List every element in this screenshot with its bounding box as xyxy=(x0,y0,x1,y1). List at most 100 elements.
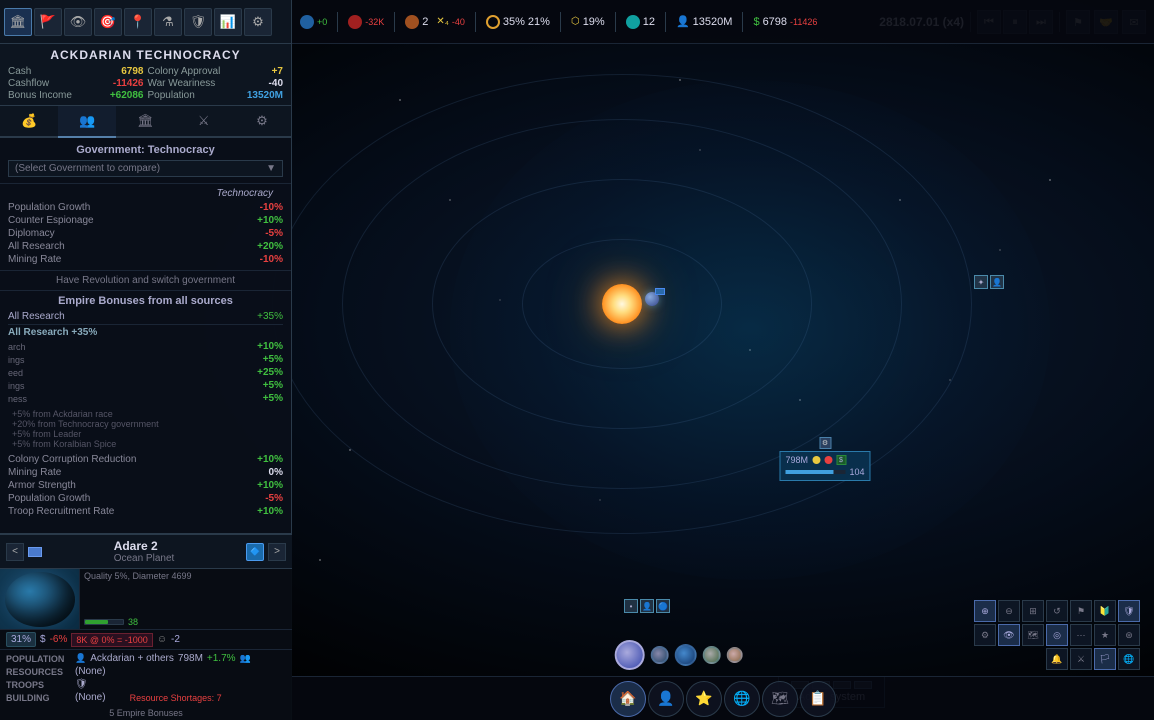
map-ctrl-map[interactable]: 🗺 xyxy=(1022,624,1044,646)
map-ctrl-zoom-out[interactable]: ⊖ xyxy=(998,600,1020,622)
war-weariness-label: War Weariness xyxy=(148,78,216,89)
planet-sel-3[interactable] xyxy=(675,644,697,666)
fleet-dot-yellow xyxy=(812,456,820,464)
toolbar-icon-home[interactable]: 🏛 xyxy=(4,8,32,36)
map-ctrl-globe2[interactable]: 🌐 xyxy=(1118,648,1140,670)
planet-near-star[interactable] xyxy=(645,292,659,306)
planet-resources-value: (None) xyxy=(75,666,106,677)
tab-income[interactable]: 💰 xyxy=(0,106,58,138)
bottom-btn-globe[interactable]: 🌐 xyxy=(724,681,760,717)
map-ctrl-shield2[interactable]: 🛡 xyxy=(1118,600,1140,622)
fleet-ships: ⚙ xyxy=(779,437,870,449)
toolbar-icon-flag[interactable]: 🚩 xyxy=(34,8,62,36)
fleet-marker-main[interactable]: ⚙ 798M $ 104 xyxy=(779,437,870,481)
gov-compare-arrow: ▼ xyxy=(266,163,276,174)
bottom-toolbar: 🏠 👤 ⭐ 🌐 🗺 📋 xyxy=(292,676,1154,720)
bonus-pop-growth: Population Growth -5% xyxy=(8,492,283,505)
planet-sel-5[interactable] xyxy=(727,647,743,663)
fleet-dot-red xyxy=(824,456,832,464)
map-ctrl-target[interactable]: ◎ xyxy=(1046,624,1068,646)
map-ctrl-zoom-in[interactable]: ⊕ xyxy=(974,600,996,622)
person-val: 13520M xyxy=(693,16,733,28)
bottom-btn-home[interactable]: 🏠 xyxy=(610,681,646,717)
cashflow-value: -11426 xyxy=(113,78,144,89)
map-ctrl-eye[interactable]: 👁 xyxy=(998,624,1020,646)
planet-income-pct: -6% xyxy=(50,634,68,645)
ship-icon-left-1[interactable]: • xyxy=(624,599,638,613)
toolbar-icon-eye[interactable]: 👁 xyxy=(64,8,92,36)
tab-population[interactable]: 👥 xyxy=(58,106,116,138)
war-weariness-value: -40 xyxy=(269,78,283,89)
ship-group-left[interactable]: • 👤 🔵 xyxy=(624,599,670,613)
planet-growth-bar xyxy=(84,619,124,625)
planet-panel: < Adare 2 Ocean Planet 🔷 > Quality 5%, D… xyxy=(0,533,292,720)
map-ctrl-sword[interactable]: ⚔ xyxy=(1070,648,1092,670)
planet-nav-prev[interactable]: < xyxy=(6,543,24,561)
fleet-hp-val: 104 xyxy=(849,467,864,477)
planet-sel-2[interactable] xyxy=(651,646,669,664)
gov-col-headers: Technocracy xyxy=(8,188,283,199)
gov-col-header: Technocracy xyxy=(217,188,273,199)
map-ctrl-star[interactable]: ★ xyxy=(1094,624,1116,646)
planet-selector xyxy=(615,640,743,670)
bonus-header-all-research: All Research +35% xyxy=(8,311,283,325)
map-ctrl-bell[interactable]: 🔔 xyxy=(1046,648,1068,670)
resource-x4: ✕₄ -40 xyxy=(436,16,464,27)
planet-type: Ocean Planet xyxy=(114,553,175,564)
planet-troops-value: 🛡 xyxy=(75,679,88,690)
colony-approval-value: +7 xyxy=(272,66,283,77)
ship-group-remote[interactable]: ✦ 👤 xyxy=(974,275,1004,289)
top-bar: +0 -32K 2 ✕₄ -40 35% 21% ⬡ 19% 12 👤 1352… xyxy=(292,0,1154,44)
bottom-btn-star[interactable]: ⭐ xyxy=(686,681,722,717)
map-ctrl-grid: ⊕ ⊖ ⊞ ↺ ⚑ 🔰 🛡 ⚙ 👁 🗺 ◎ ⋯ ★ ⊛ 🔔 ⚔ 🏳 🌐 xyxy=(960,600,1140,670)
ship-icon-remote-1[interactable]: ✦ xyxy=(974,275,988,289)
toolbar-icon-crosshair[interactable]: 🎯 xyxy=(94,8,122,36)
map-ctrl-flag[interactable]: ⚑ xyxy=(1070,600,1092,622)
map-ctrl-rotate[interactable]: ↺ xyxy=(1046,600,1068,622)
colony-approval-row: Colony Approval +7 xyxy=(148,66,284,77)
ship-icon-left-2[interactable]: 👤 xyxy=(640,599,654,613)
map-ctrl-white-flag[interactable]: 🏳 xyxy=(1094,648,1116,670)
revolution-button[interactable]: Have Revolution and switch government xyxy=(0,271,291,291)
toolbar-icon-chart[interactable]: 📊 xyxy=(214,8,242,36)
cyan-icon xyxy=(626,15,640,29)
ship-icon-left-3[interactable]: 🔵 xyxy=(656,599,670,613)
bonus-sub-ings1: ings +5% xyxy=(8,353,283,366)
dollar-icon: $ xyxy=(753,16,759,28)
bottom-btn-person[interactable]: 👤 xyxy=(648,681,684,717)
bonus-income-row: Bonus Income +62086 xyxy=(8,90,144,101)
bonus-troop-recruit: Troop Recruitment Rate +10% xyxy=(8,505,283,518)
map-ctrl-gear[interactable]: ⚙ xyxy=(974,624,996,646)
fleet-hp-bar xyxy=(785,470,845,474)
map-ctrl-grid[interactable]: ⊞ xyxy=(1022,600,1044,622)
planet-sel-1[interactable] xyxy=(615,640,645,670)
cashflow-label: Cashflow xyxy=(8,78,49,89)
tab-bar: 💰 👥 🏛 ⚔ ⚙ xyxy=(0,106,291,138)
tab-settings[interactable]: ⚙ xyxy=(233,106,291,138)
planet-sel-4[interactable] xyxy=(703,646,721,664)
sep7 xyxy=(742,12,743,32)
toolbar-icon-gear[interactable]: ⚙ xyxy=(244,8,272,36)
tab-buildings[interactable]: 🏛 xyxy=(116,106,174,138)
planet-nav-next[interactable]: > xyxy=(268,543,286,561)
ship-icon-remote-2[interactable]: 👤 xyxy=(990,275,1004,289)
bonus-corruption: Colony Corruption Reduction +10% xyxy=(8,453,283,466)
toolbar-icon-pin[interactable]: 📍 xyxy=(124,8,152,36)
planet-sphere xyxy=(5,572,75,627)
planet-face: ☺ xyxy=(157,634,167,645)
bottom-btn-map[interactable]: 🗺 xyxy=(762,681,798,717)
empire-bonuses-badge[interactable]: 5 Empire Bonuses xyxy=(0,706,292,720)
tab-military[interactable]: ⚔ xyxy=(175,106,233,138)
map-ctrl-shield[interactable]: 🔰 xyxy=(1094,600,1116,622)
planet-budget: 8K @ 0% = -1000 xyxy=(71,633,152,647)
planet-growth-val: 38 xyxy=(128,617,138,627)
gov-compare-row[interactable]: (Select Government to compare) ▼ xyxy=(8,160,283,177)
map-ctrl-more[interactable]: ⋯ xyxy=(1070,624,1092,646)
toolbar-icon-flask[interactable]: ⚗ xyxy=(154,8,182,36)
bottom-btn-list[interactable]: 📋 xyxy=(800,681,836,717)
map-ctrl-special[interactable]: ⊛ xyxy=(1118,624,1140,646)
toolbar-icon-shield[interactable]: 🛡 xyxy=(184,8,212,36)
planet-pop-growth: +1.7% xyxy=(207,653,236,664)
planet-pop-icon: 👤 xyxy=(75,653,86,664)
planet-stats-col: Quality 5%, Diameter 4699 38 xyxy=(80,569,292,629)
